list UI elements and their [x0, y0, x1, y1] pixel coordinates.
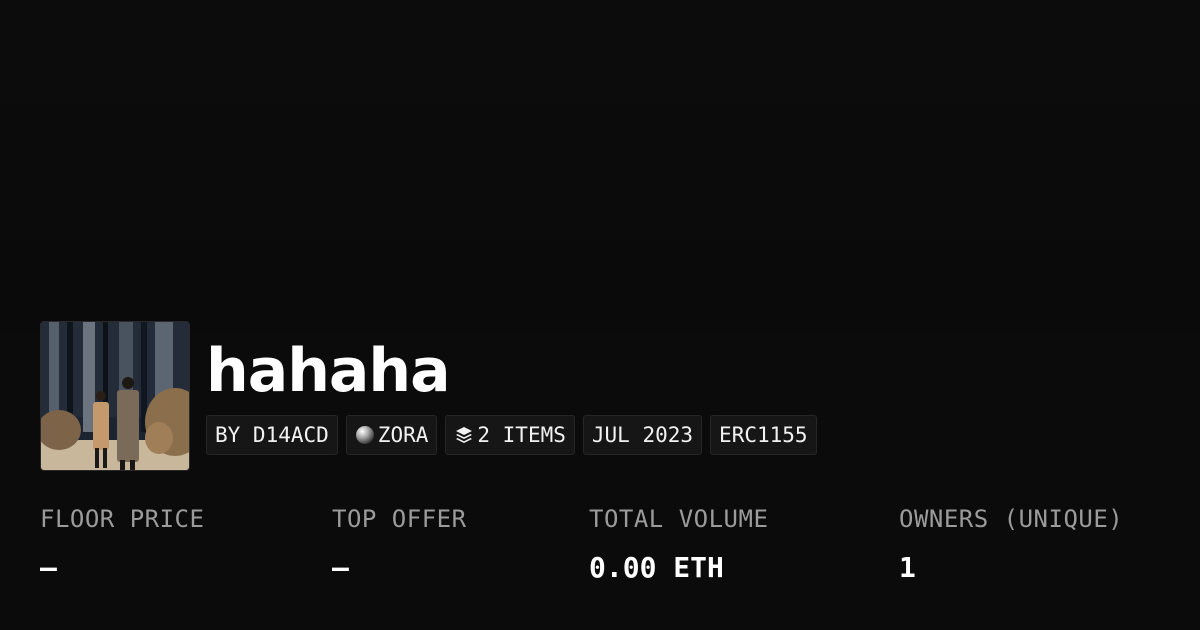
top-offer-value: – — [332, 551, 349, 584]
items-label: 2 ITEMS — [477, 423, 566, 447]
collection-stats: FLOOR PRICE – TOP OFFER – TOTAL VOLUME 0… — [0, 505, 1200, 605]
layers-icon — [454, 425, 474, 445]
date-label: JUL 2023 — [591, 423, 694, 447]
top-offer-label: TOP OFFER — [332, 505, 467, 533]
floor-price-value: – — [40, 551, 57, 584]
creator-chip[interactable]: BY D14ACD — [206, 415, 338, 455]
items-chip[interactable]: 2 ITEMS — [445, 415, 575, 455]
top-offer-stat: TOP OFFER – — [332, 505, 467, 584]
standard-chip: ERC1155 — [710, 415, 817, 455]
owners-stat: OWNERS (UNIQUE) 1 — [899, 505, 1123, 584]
chain-chip[interactable]: ZORA — [345, 415, 438, 455]
banner-area — [0, 0, 1200, 330]
floor-price-stat: FLOOR PRICE – — [40, 505, 204, 584]
total-volume-stat: TOTAL VOLUME 0.00 ETH — [589, 505, 768, 584]
collection-thumbnail[interactable] — [40, 321, 190, 471]
total-volume-label: TOTAL VOLUME — [589, 505, 769, 533]
creator-label: BY D14ACD — [215, 423, 329, 447]
title-block: hahaha BY D14ACD ZORA 2 ITEMS JUL 2023 E… — [206, 321, 817, 455]
date-chip: JUL 2023 — [582, 415, 703, 455]
chain-label: ZORA — [377, 423, 429, 447]
owners-label: OWNERS (UNIQUE) — [899, 505, 1124, 533]
floor-price-label: FLOOR PRICE — [40, 505, 205, 533]
collection-header: hahaha BY D14ACD ZORA 2 ITEMS JUL 2023 E… — [40, 321, 817, 471]
collection-title: hahaha — [206, 336, 451, 406]
total-volume-value: 0.00 ETH — [589, 551, 724, 584]
standard-label: ERC1155 — [719, 423, 808, 447]
zora-orb-icon — [355, 425, 375, 445]
metadata-chips: BY D14ACD ZORA 2 ITEMS JUL 2023 ERC1155 — [206, 415, 817, 455]
owners-value: 1 — [899, 551, 916, 584]
